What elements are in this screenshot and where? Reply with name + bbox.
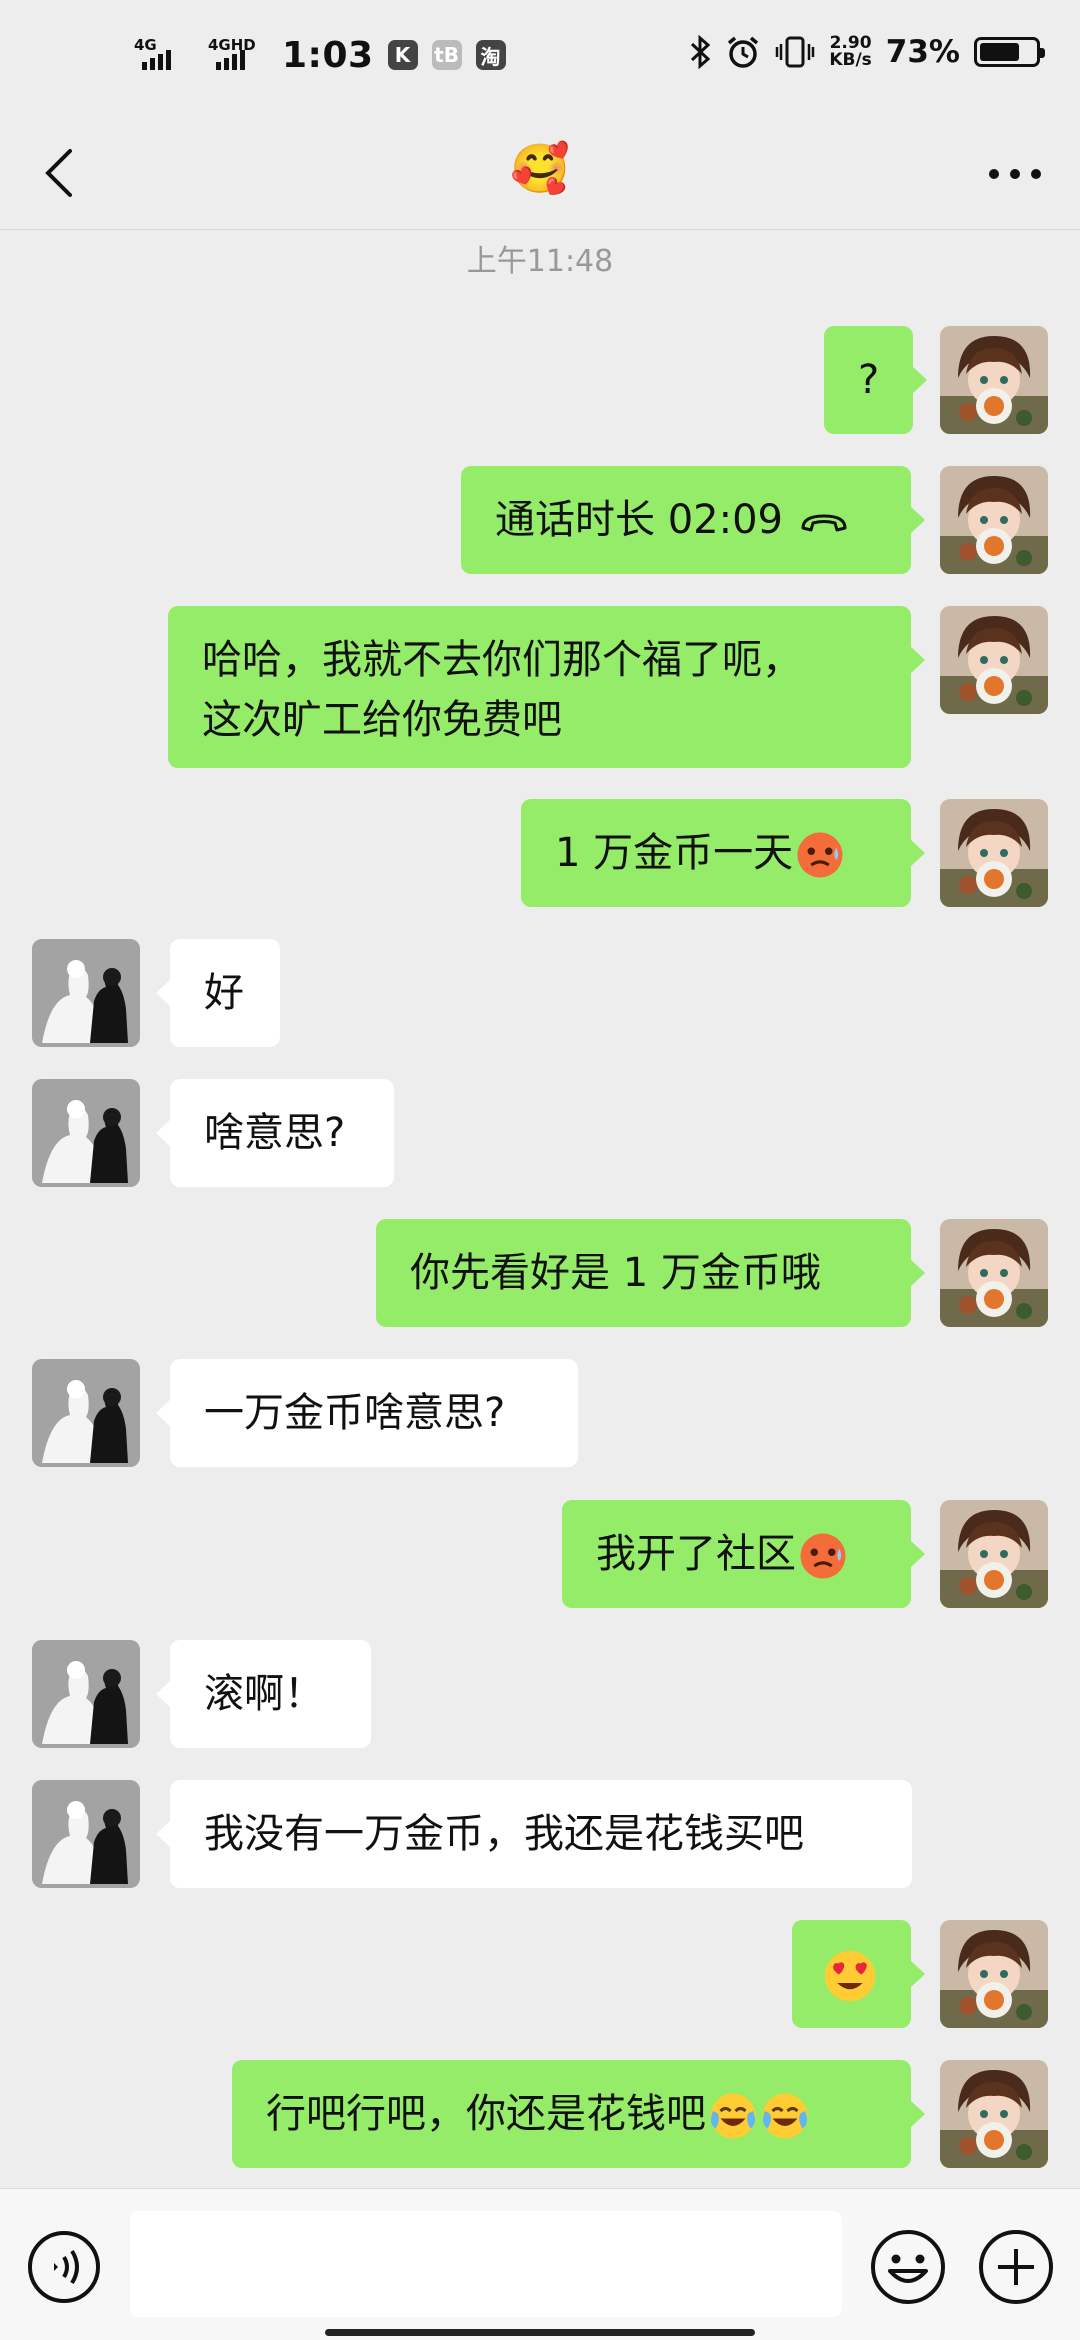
network-speed: 2.90 KB/s (829, 35, 871, 69)
phone-hangup-icon (801, 514, 847, 532)
app-notification-icon: K (387, 40, 418, 70)
status-bar: 4G 4GHD 1:03 K tB 淘 2.90 KB/s 73% (0, 0, 1080, 118)
status-time: 1:03 (282, 34, 374, 76)
battery-percent: 73% (885, 34, 960, 70)
my-avatar[interactable] (940, 606, 1048, 714)
message-text: 滚啊！ (204, 1671, 324, 1717)
contact-avatar[interactable] (32, 1640, 140, 1748)
my-avatar[interactable] (940, 1920, 1048, 2028)
taobao-notification-icon: 淘 (475, 40, 506, 70)
heart-eyes-emoji-icon (824, 1950, 876, 2002)
app-notification-icon: tB (431, 40, 462, 70)
more-options-button[interactable] (980, 146, 1050, 202)
message-text: 一万金币啥意思? (204, 1390, 506, 1436)
my-avatar[interactable] (940, 2060, 1048, 2168)
call-record-bubble[interactable]: 通话时长 02:09 (461, 466, 925, 574)
message-bubble[interactable]: 好 (156, 939, 280, 1047)
contact-avatar[interactable] (32, 939, 140, 1047)
contact-avatar[interactable] (32, 1780, 140, 1888)
signal-sim2-icon: 4GHD (208, 34, 268, 76)
my-avatar[interactable] (940, 1219, 1048, 1327)
my-avatar[interactable] (940, 799, 1048, 907)
vibrate-icon (776, 36, 815, 68)
message-bubble[interactable] (792, 1920, 925, 2028)
message-input-bar (0, 2188, 1080, 2340)
signal-sim1-icon: 4G (134, 34, 194, 76)
message-bubble[interactable]: 1 万金币一天 (521, 799, 925, 907)
my-avatar[interactable] (940, 1500, 1048, 1608)
hot-face-emoji-icon (798, 1531, 848, 1581)
crying-laughing-emoji-icon (708, 2091, 758, 2141)
emoji-button[interactable] (868, 2227, 948, 2307)
more-dots-icon (989, 169, 1041, 179)
chat-header: 🥰 (0, 118, 1080, 230)
message-text: 我开了社区 (596, 1531, 796, 1577)
message-bubble[interactable]: ? (824, 326, 927, 434)
home-indicator[interactable] (325, 2329, 755, 2336)
status-bar-left: 4G 4GHD 1:03 K tB 淘 (134, 34, 506, 76)
message-bubble[interactable]: 我开了社区 (562, 1500, 925, 1608)
battery-icon (974, 37, 1045, 67)
message-text: 好 (204, 970, 244, 1016)
contact-avatar[interactable] (32, 1079, 140, 1187)
chat-timestamp: 上午11:48 (466, 244, 614, 279)
message-text: 1 万金币一天 (555, 830, 794, 876)
message-bubble[interactable]: 我没有一万金币，我还是花钱买吧 (156, 1780, 912, 1888)
message-text-input[interactable] (130, 2211, 842, 2317)
message-text: 通话时长 02:09 (495, 497, 783, 543)
bluetooth-icon (691, 35, 711, 69)
message-bubble[interactable]: 啥意思? (156, 1079, 394, 1187)
message-bubble[interactable]: 行吧行吧，你还是花钱吧 (232, 2060, 925, 2168)
message-text: 你先看好是 1 万金币哦 (410, 1250, 821, 1296)
message-text: 啥意思? (204, 1110, 346, 1156)
message-text-line: 哈哈，我就不去你们那个福了呃， (202, 637, 802, 683)
message-text-line: 这次旷工给你免费吧 (202, 697, 562, 743)
crying-laughing-emoji-icon (760, 2091, 810, 2141)
message-bubble[interactable]: 哈哈，我就不去你们那个福了呃， 这次旷工给你免费吧 (168, 606, 925, 768)
message-bubble[interactable]: 一万金币啥意思? (156, 1359, 578, 1467)
voice-input-button[interactable] (26, 2229, 102, 2305)
message-text: 行吧行吧，你还是花钱吧 (266, 2091, 706, 2137)
message-text: ? (858, 357, 880, 403)
my-avatar[interactable] (940, 466, 1048, 574)
status-bar-right: 2.90 KB/s 73% (689, 34, 1045, 70)
message-bubble[interactable]: 滚啊！ (156, 1640, 371, 1748)
chat-title: 🥰 (510, 141, 570, 197)
more-functions-button[interactable] (976, 2227, 1056, 2307)
network-speed-unit: KB/s (829, 50, 872, 70)
message-bubble[interactable]: 你先看好是 1 万金币哦 (376, 1219, 925, 1327)
battery-fill (980, 43, 1020, 61)
hot-face-emoji-icon (795, 830, 845, 880)
alarm-icon (728, 36, 759, 68)
my-avatar[interactable] (940, 326, 1048, 434)
message-text: 我没有一万金币，我还是花钱买吧 (204, 1811, 804, 1857)
contact-avatar[interactable] (32, 1359, 140, 1467)
